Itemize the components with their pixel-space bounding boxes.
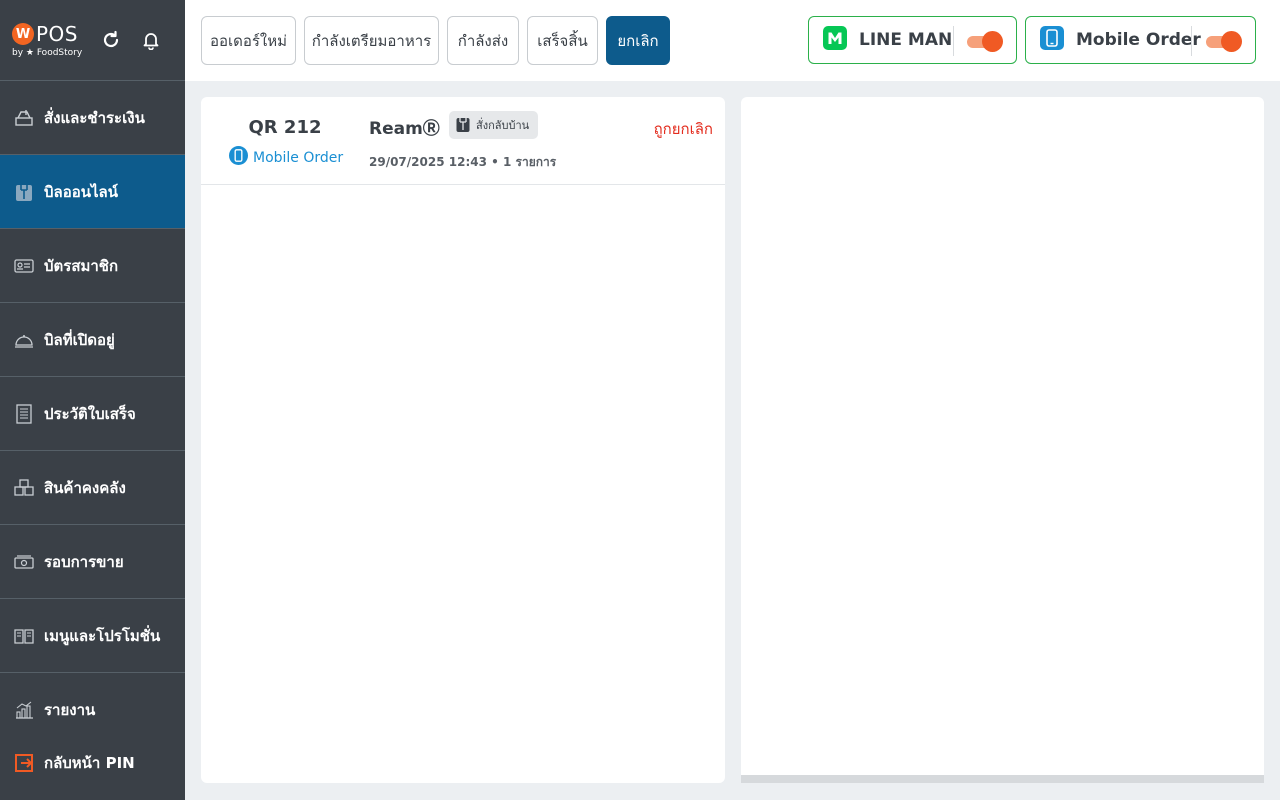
cloche-icon <box>12 328 36 352</box>
tab-new-orders[interactable]: ออเดอร์ใหม่ <box>201 16 296 65</box>
sidebar-item-label: บัตรสมาชิก <box>44 256 119 275</box>
sidebar-item-receipt-history[interactable]: ประวัติใบเสร็จ <box>0 377 185 451</box>
takeaway-label: สั่งกลับบ้าน <box>476 119 530 132</box>
report-chart-icon <box>12 698 36 722</box>
order-table-number: QR 212 <box>248 117 322 138</box>
sidebar-item-member-card[interactable]: บัตรสมาชิก <box>0 229 185 303</box>
order-list-panel: QR 212 Mobile Order ReamⓇ สั่งกลับบ้าน 2… <box>201 97 725 783</box>
lineman-toggle[interactable] <box>967 31 1003 52</box>
logo-mark: W <box>12 23 34 45</box>
channel-name: Mobile Order <box>1076 30 1201 50</box>
sidebar-item-inventory[interactable]: สินค้าคงคลัง <box>0 451 185 525</box>
cash-icon <box>12 550 36 574</box>
logo-text: POS <box>36 22 78 46</box>
mobile-icon <box>1040 26 1064 54</box>
sidebar-item-label: ประวัติใบเสร็จ <box>44 404 136 423</box>
cart-icon <box>12 106 36 130</box>
sidebar-item-menu-promo[interactable]: เมนูและโปรโมชั่น <box>0 599 185 673</box>
menu-book-icon <box>12 624 36 648</box>
mobile-order-icon <box>229 146 248 169</box>
divider <box>953 26 954 56</box>
lineman-icon <box>823 26 847 54</box>
wpos-logo: W POS by ★ FoodStory <box>12 22 86 58</box>
mobile-order-toggle[interactable] <box>1206 31 1242 52</box>
channel-name: LINE MAN <box>859 30 953 50</box>
tab-preparing[interactable]: กำลังเตรียมอาหาร <box>304 16 439 65</box>
order-detail-panel <box>741 97 1264 783</box>
sidebar-item-label: รายงาน <box>44 701 96 719</box>
meta-separator: • <box>491 155 503 169</box>
order-meta: 29/07/2025 12:43 • 1 รายการ <box>369 153 556 172</box>
sidebar-item-order-pay[interactable]: สั่งและชำระเงิน <box>0 81 185 155</box>
back-to-pin-button[interactable]: กลับหน้า PIN <box>0 737 135 789</box>
sidebar-item-sales-round[interactable]: รอบการขาย <box>0 525 185 599</box>
sidebar-item-report[interactable]: รายงาน <box>0 673 185 747</box>
sidebar-item-open-bills[interactable]: บิลที่เปิดอยู่ <box>0 303 185 377</box>
channel-lineman: LINE MAN <box>808 16 1017 64</box>
sidebar: W POS by ★ FoodStory สั่งและชำระเงิน บิล… <box>0 0 185 800</box>
bag-icon <box>12 180 36 204</box>
sidebar-item-label: เมนูและโปรโมชั่น <box>44 626 161 645</box>
channel-mobile-order: Mobile Order <box>1025 16 1256 64</box>
sidebar-item-label: บิลออนไลน์ <box>44 182 118 201</box>
sidebar-item-label: รอบการขาย <box>44 552 124 571</box>
order-channel-tag: Mobile Order <box>229 146 343 169</box>
order-datetime: 29/07/2025 12:43 <box>369 155 487 169</box>
sidebar-item-label: สั่งและชำระเงิน <box>44 108 145 127</box>
logo-subtitle: by ★ FoodStory <box>12 48 83 58</box>
receipt-icon <box>12 402 36 426</box>
brand-bar: W POS by ★ FoodStory <box>0 0 185 81</box>
order-row[interactable]: QR 212 Mobile Order ReamⓇ สั่งกลับบ้าน 2… <box>201 97 725 185</box>
detail-panel-footer <box>741 775 1264 783</box>
order-status-cancelled: ถูกยกเลิก <box>653 120 713 138</box>
member-card-icon <box>12 254 36 278</box>
tab-cancelled[interactable]: ยกเลิก <box>606 16 670 65</box>
inventory-icon <box>12 476 36 500</box>
top-bar: ออเดอร์ใหม่ กำลังเตรียมอาหาร กำลังส่ง เส… <box>185 0 1280 81</box>
sidebar-item-label: บิลที่เปิดอยู่ <box>44 330 115 349</box>
sidebar-item-label: สินค้าคงคลัง <box>44 478 126 497</box>
tab-delivering[interactable]: กำลังส่ง <box>447 16 519 65</box>
takeaway-badge: สั่งกลับบ้าน <box>449 111 539 139</box>
back-to-pin-label: กลับหน้า PIN <box>44 754 135 772</box>
bell-icon[interactable] <box>140 29 162 51</box>
order-channel-name: Mobile Order <box>253 149 344 166</box>
sidebar-item-online-bill[interactable]: บิลออนไลน์ <box>0 155 185 229</box>
tab-completed[interactable]: เสร็จสิ้น <box>527 16 598 65</box>
customer-name: ReamⓇ <box>369 119 440 139</box>
exit-icon <box>12 751 36 775</box>
takeaway-bag-icon <box>456 117 470 133</box>
order-item-count: 1 รายการ <box>502 155 557 169</box>
refresh-icon[interactable] <box>100 29 122 51</box>
divider <box>1191 26 1192 56</box>
